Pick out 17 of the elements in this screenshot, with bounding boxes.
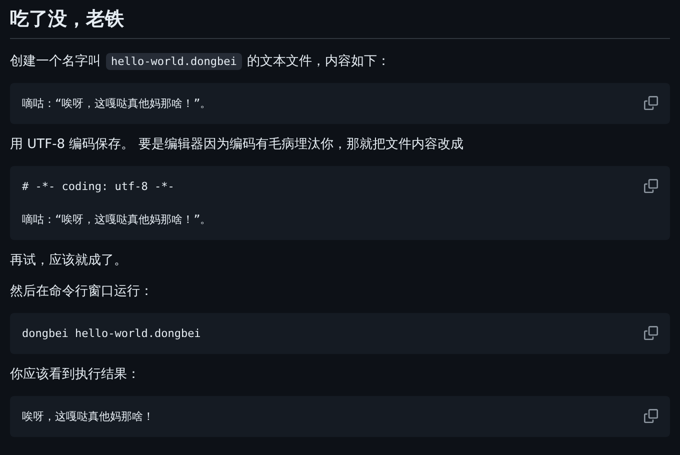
code-line: 唉呀，这嘎哒真他妈那啥！ [22,409,154,425]
copy-icon[interactable] [644,179,658,193]
section-heading: 吃了没，老铁 [10,6,670,39]
paragraph-text: 的文本文件，内容如下： [246,54,390,69]
paragraph-text: 然后在命令行窗口运行： [10,284,153,299]
paragraph-text: 你应该看到执行结果： [10,367,140,382]
code-line: 嘀咕：“唉呀，这嘎哒真他妈那啥！”。 [22,212,212,228]
inline-code: hello-world.dongbei [106,53,242,70]
code-line: # -*- coding: utf-8 -*- [22,179,176,195]
code-line: dongbei hello-world.dongbei [22,326,201,342]
paragraph-text: 再试，应该就成了。 [10,253,127,268]
code-line: 嘀咕：“唉呀，这嘎哒真他妈那啥！”。 [22,96,212,112]
copy-icon[interactable] [644,96,658,110]
paragraph-text: 创建一个名字叫 [10,54,101,69]
copy-icon[interactable] [644,326,658,340]
copy-icon[interactable] [644,409,658,423]
paragraph-text: 用 UTF-8 编码保存。 要是编辑器因为编码有毛病埋汰你，那就把文件内容改成 [10,137,464,152]
